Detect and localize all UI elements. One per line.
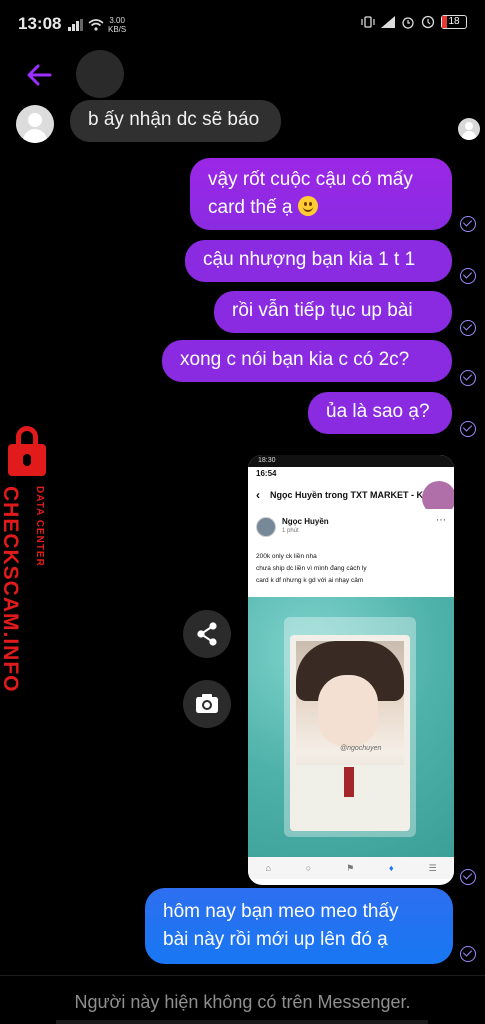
- vibrate-icon: [361, 16, 375, 28]
- chevron-left-icon: ‹: [256, 488, 260, 502]
- shot-post: Ngọc Huyền 1 phút ⋯ 200k only ck liền nh…: [248, 509, 454, 597]
- battery-icon: 18: [441, 15, 467, 29]
- status-right-icons: 18: [361, 15, 467, 29]
- arrow-left-icon[interactable]: [22, 58, 56, 92]
- share-button[interactable]: [183, 610, 231, 658]
- post-text: 200k only ck liền nha: [256, 553, 317, 560]
- shot-bottom-nav: ⌂ ○ ⚑ ♦ ☰: [248, 857, 454, 879]
- post-author: Ngọc Huyền: [282, 517, 329, 526]
- more-icon: ⋯: [436, 515, 446, 526]
- contact-avatar[interactable]: [76, 50, 124, 98]
- battery-level: 18: [448, 16, 460, 27]
- signal-icon: [68, 19, 83, 31]
- camera-button[interactable]: [183, 680, 231, 728]
- shot-status-bar: 18:30: [248, 455, 454, 467]
- outgoing-message[interactable]: vậy rốt cuộc cậu có mấy card thế ạ: [190, 158, 452, 230]
- seen-avatar: [458, 118, 480, 140]
- bell-icon: ♦: [389, 863, 394, 873]
- post-time: 1 phút: [282, 528, 299, 534]
- checkscam-watermark: CHECKSCAM.INFO DATA CENTER: [0, 420, 60, 693]
- shot-group-title: Ngọc Huyền trong TXT MARKET - K: [270, 490, 423, 500]
- lock-keyhole: [23, 454, 31, 466]
- shot-avatar: [422, 481, 454, 509]
- flag-icon: ⚑: [346, 862, 355, 873]
- outgoing-message[interactable]: xong c nói bạn kia c có 2c?: [162, 340, 452, 382]
- status-bar: 13:08 3.00 KB/S 18: [0, 0, 485, 48]
- net-speed: 3.00 KB/S: [108, 16, 126, 34]
- incoming-message[interactable]: b ấy nhận dc sẽ báo: [70, 100, 282, 142]
- sender-avatar[interactable]: [16, 105, 54, 143]
- status-time: 13:08: [18, 14, 62, 33]
- unavailable-notice: Người này hiện không có trên Messenger.: [74, 992, 411, 1012]
- home-icon: ⌂: [265, 863, 271, 873]
- sent-check-icon: [460, 869, 476, 885]
- net-speed-unit: KB/S: [108, 25, 127, 34]
- status-left-icons: 3.00 KB/S: [68, 16, 126, 34]
- outgoing-message[interactable]: rồi vẫn tiếp tục up bài: [214, 291, 452, 333]
- sent-check-icon: [460, 370, 476, 386]
- post-text: chưa ship dc liền vì mình đang cách ly: [256, 565, 367, 572]
- post-photo: @ngochuyen: [248, 597, 454, 857]
- watermark-brand-text: CHECKSCAM.INFO: [0, 486, 22, 693]
- groups-icon: ○: [305, 863, 312, 873]
- message-line: bài này rồi mới up lên đó ạ: [163, 929, 388, 950]
- photocard: @ngochuyen: [290, 635, 410, 831]
- message-line: vậy rốt cuộc cậu có mấy: [208, 169, 413, 190]
- shot-group-header: ‹ Ngọc Huyền trong TXT MARKET - K: [248, 481, 454, 509]
- message-line: hôm nay bạn meo meo thấy: [163, 901, 399, 922]
- shared-image[interactable]: 18:30 16:54 ‹ Ngọc Huyền trong TXT MARKE…: [248, 455, 454, 885]
- sent-check-icon: [460, 268, 476, 284]
- watermark-sub-text: DATA CENTER: [34, 486, 45, 567]
- share-icon: [197, 622, 217, 646]
- post-text: card k df nhưng k gd với ai nhạy cảm: [256, 577, 364, 584]
- clock-icon: [421, 15, 435, 29]
- signal-icon-2: [381, 16, 395, 28]
- post-avatar: [256, 517, 276, 537]
- chat-header: [0, 48, 485, 104]
- sent-check-icon: [460, 946, 476, 962]
- outgoing-message[interactable]: hôm nay bạn meo meo thấy bài này rồi mới…: [145, 888, 453, 964]
- menu-icon: ☰: [428, 862, 437, 873]
- message-line: card thế ạ: [208, 197, 293, 218]
- shot-status-time: 16:54: [248, 467, 454, 481]
- alarm-icon: [402, 17, 414, 29]
- camera-icon: [196, 694, 218, 713]
- sent-check-icon: [460, 320, 476, 336]
- watermark-sub: DATA CENTER: [32, 486, 52, 586]
- composer-notice: Người này hiện không có trên Messenger.: [0, 975, 485, 1024]
- outgoing-message[interactable]: cậu nhượng bạn kia 1 t 1: [185, 240, 452, 282]
- photo-watermark: @ngochuyen: [340, 745, 382, 752]
- wifi-icon: [88, 19, 104, 31]
- outgoing-message[interactable]: ủa là sao ạ?: [308, 392, 452, 434]
- smile-emoji-icon: [297, 196, 318, 216]
- gesture-bar: [56, 1020, 428, 1024]
- net-speed-value: 3.00: [109, 16, 125, 25]
- sent-check-icon: [460, 216, 476, 232]
- sent-check-icon: [460, 421, 476, 437]
